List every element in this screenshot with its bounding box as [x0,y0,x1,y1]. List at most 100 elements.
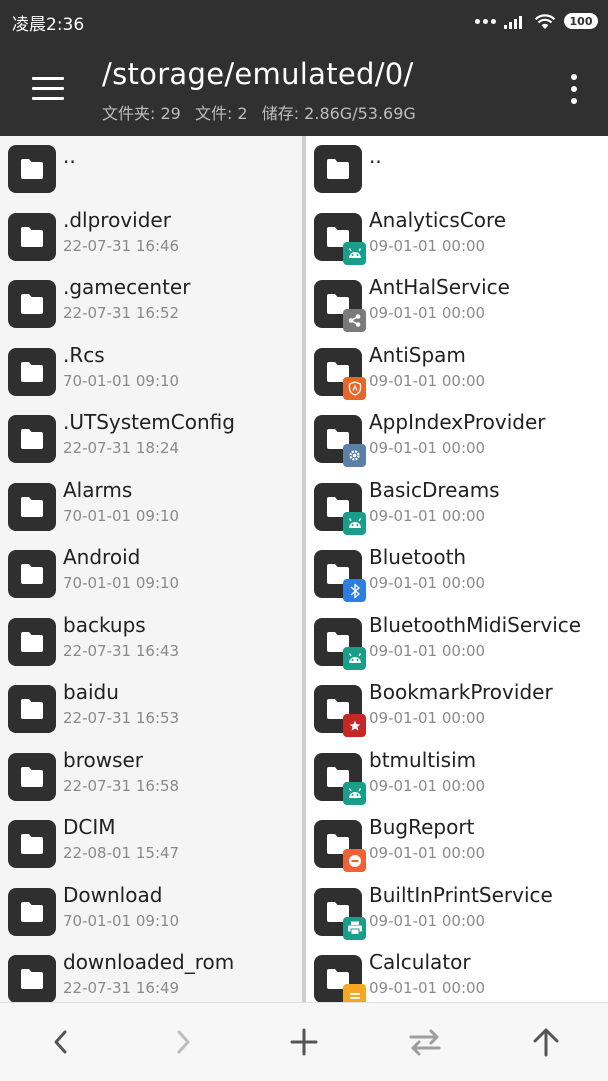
parent-directory-item[interactable]: .. [306,136,608,204]
file-date: 09-01-01 00:00 [369,371,486,390]
folder-icon [8,280,56,328]
folder-icon [8,212,56,261]
file-date: 09-01-01 00:00 [369,574,486,592]
folder-icon [8,955,56,1002]
file-list-item[interactable]: Bluetooth 09-01-01 00:00 [306,541,608,609]
right-file-pane[interactable]: .. AnalyticsCore 09-01-01 00:00 AntHalServ… [306,136,608,1002]
folder-icon [8,887,56,936]
folder-icon [314,145,362,193]
folder-icon [8,685,56,733]
folder-shape [21,564,43,584]
directory-stats: 文件夹: 29 文件: 2 储存: 2.86G/53.69G [102,100,425,124]
folder-icon [8,752,56,801]
file-list-item[interactable]: BasicDreams 09-01-01 00:00 [306,474,608,542]
file-date: 70-01-01 09:10 [63,506,180,525]
file-name: BasicDreams [369,477,500,502]
file-name: Alarms [63,477,133,502]
file-name: AnalyticsCore [369,207,507,232]
android-icon [343,781,366,805]
left-file-pane[interactable]: .. .dlprovider 22-07-31 16:46 .gamecenter 2… [0,136,302,1002]
file-list-item[interactable]: browser 22-07-31 16:58 [0,744,302,812]
folder-icon [314,955,366,1002]
chevron-left-icon[interactable] [36,1017,86,1067]
file-list-item[interactable]: AntHalService 09-01-01 00:00 [306,271,608,339]
file-count: 文件: 2 [194,104,248,123]
file-date: 09-01-01 00:00 [369,979,486,997]
file-list-item[interactable]: .gamecenter 22-07-31 16:52 [0,271,302,339]
file-list-item[interactable]: AnalyticsCore 09-01-01 00:00 [306,204,608,272]
share-icon [343,309,366,332]
file-list-item[interactable]: BookmarkProvider 09-01-01 00:00 [306,676,608,744]
file-name: backups [63,612,146,637]
file-date: 09-01-01 00:00 [369,709,486,727]
folder-shape [21,226,43,247]
file-list-item[interactable]: .UTSystemConfig 22-07-31 18:24 [0,406,302,474]
file-date: 22-07-31 18:24 [63,439,180,457]
file-date: 09-01-01 00:00 [369,236,486,255]
folder-shape [21,294,43,314]
folder-icon [314,685,366,737]
file-name: BookmarkProvider [369,680,553,704]
folder-icon [8,617,56,666]
folder-icon [314,347,366,400]
file-date: 09-01-01 00:00 [369,641,486,660]
file-date: 22-07-31 16:46 [63,236,180,255]
menu-icon[interactable] [26,69,66,109]
file-name: .gamecenter [63,275,191,299]
calculator-icon [343,984,366,1002]
folder-shape [21,159,43,179]
folder-icon [314,752,366,805]
plus-icon[interactable] [279,1017,329,1067]
file-list-item[interactable]: BuiltInPrintService 09-01-01 00:00 [306,879,608,947]
folder-shape [327,159,349,179]
folder-icon [314,887,366,940]
file-name: AppIndexProvider [369,410,546,434]
folder-icon [8,550,56,598]
file-list-item[interactable]: btmultisim 09-01-01 00:00 [306,744,608,812]
file-list-item[interactable]: Alarms 70-01-01 09:10 [0,474,302,542]
status-icons: 100 [475,11,598,31]
file-name: baidu [63,680,119,704]
file-name: .. [63,144,76,168]
arrow-up-icon[interactable] [521,1017,571,1067]
file-list-item[interactable]: BugReport 09-01-01 00:00 [306,811,608,879]
file-name: browser [63,747,144,772]
folder-shape [21,631,43,652]
file-date: 09-01-01 00:00 [369,304,486,322]
file-name: BuiltInPrintService [369,882,553,907]
file-name: Bluetooth [369,545,467,569]
android-icon [343,646,366,670]
more-options-icon[interactable] [564,72,584,106]
file-list-item[interactable]: Calculator 09-01-01 00:00 [306,946,608,1002]
swap-arrows-icon[interactable] [400,1017,450,1067]
file-date: 22-07-31 16:52 [63,304,180,322]
battery-icon: 100 [564,13,598,29]
parent-directory-item[interactable]: .. [0,136,302,204]
bottom-action-bar [0,1002,608,1081]
file-list-item[interactable]: Download 70-01-01 09:10 [0,879,302,947]
file-list-item[interactable]: downloaded_rom 22-07-31 16:49 [0,946,302,1002]
folder-shape [21,834,43,854]
folder-icon [8,347,56,396]
file-name: .dlprovider [63,207,171,232]
file-date: 09-01-01 00:00 [369,506,486,525]
file-list-item[interactable]: baidu 22-07-31 16:53 [0,676,302,744]
folder-icon [314,212,366,265]
file-list-item[interactable]: .Rcs 70-01-01 09:10 [0,339,302,407]
folder-icon [8,145,56,193]
folder-icon [8,415,56,463]
bug-report-icon [343,849,366,872]
file-list-item[interactable]: .dlprovider 22-07-31 16:46 [0,204,302,272]
android-icon [343,511,366,535]
file-list-item[interactable]: AppIndexProvider 09-01-01 00:00 [306,406,608,474]
folder-icon [314,280,366,332]
folder-icon [314,415,366,467]
file-list-item[interactable]: AntiSpam 09-01-01 00:00 [306,339,608,407]
file-list-item[interactable]: BluetoothMidiService 09-01-01 00:00 [306,609,608,677]
file-list-item[interactable]: Android 70-01-01 09:10 [0,541,302,609]
file-date: 09-01-01 00:00 [369,911,486,930]
folder-shape [21,496,43,517]
file-list-item[interactable]: backups 22-07-31 16:43 [0,609,302,677]
file-list-item[interactable]: DCIM 22-08-01 15:47 [0,811,302,879]
chevron-right-icon[interactable] [158,1017,208,1067]
